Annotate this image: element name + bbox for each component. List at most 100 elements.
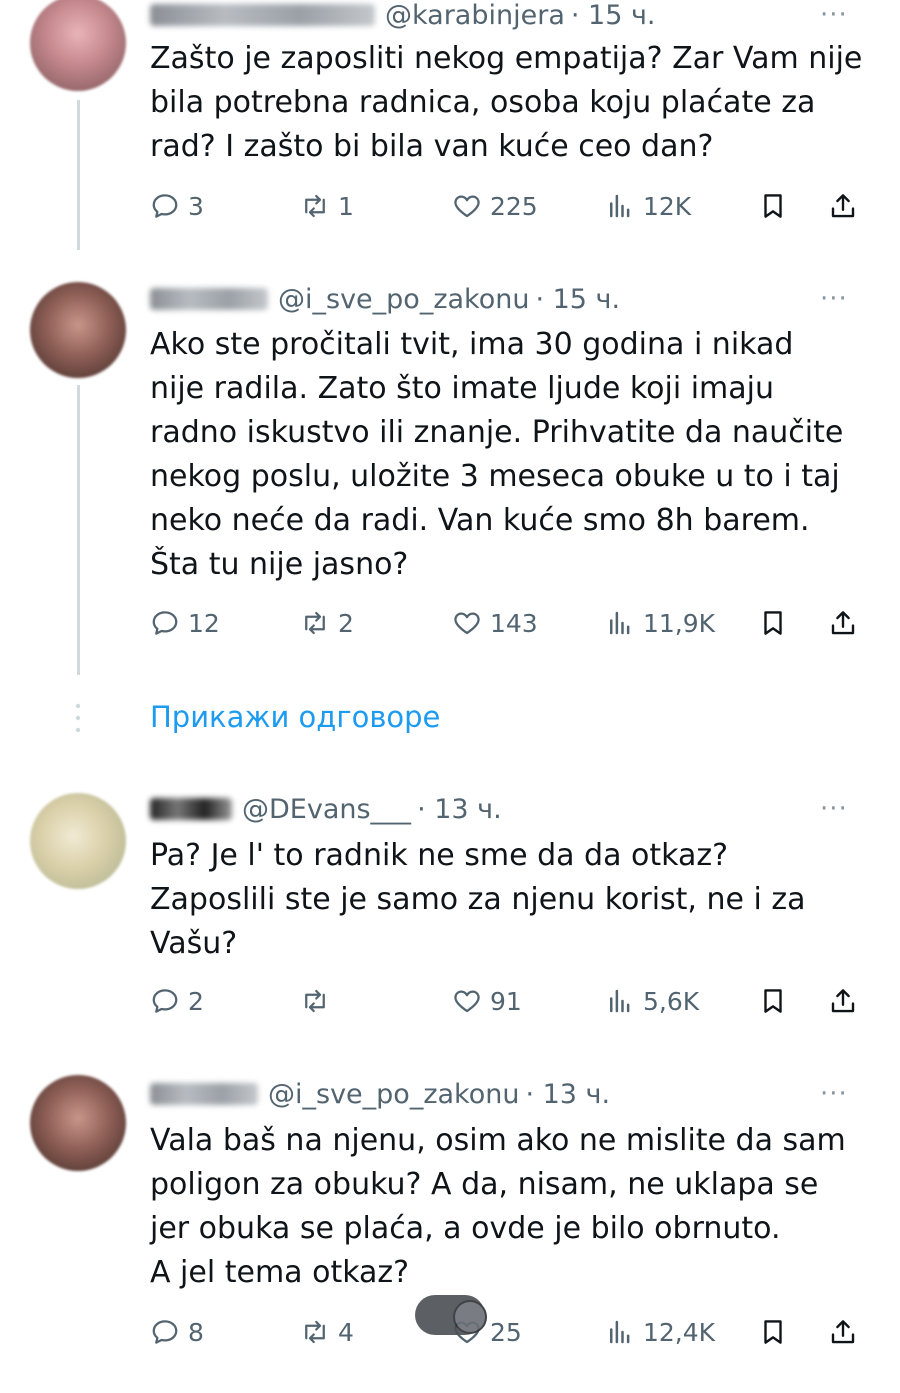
reply-button[interactable]: 12 bbox=[150, 603, 220, 643]
views-button[interactable]: 12K bbox=[605, 186, 691, 226]
bookmark-button[interactable] bbox=[758, 981, 796, 1021]
view-count: 11,9K bbox=[643, 608, 716, 638]
views-button[interactable]: 5,6K bbox=[605, 981, 699, 1021]
user-handle[interactable]: @i_sve_po_zakonu bbox=[278, 284, 529, 315]
text-line: rad? I zašto bi bila van kuće ceo dan? bbox=[150, 129, 714, 164]
retweet-button[interactable]: 2 bbox=[300, 603, 354, 643]
tweet-text: Ako ste pročitali tvit, ima 30 godina i … bbox=[150, 323, 880, 587]
reply-icon bbox=[152, 989, 178, 1013]
text-line: jer obuka se plaća, a ovde je bilo obrnu… bbox=[150, 1211, 781, 1246]
share-button[interactable] bbox=[828, 981, 866, 1021]
display-name-blurred[interactable] bbox=[150, 1083, 258, 1105]
text-line: neko neće da radi. Van kuće smo 8h barem… bbox=[150, 503, 810, 538]
text-line: Šta tu nije jasno? bbox=[150, 547, 409, 582]
thread-line bbox=[77, 385, 80, 675]
timestamp[interactable]: · 13 ч. bbox=[417, 794, 502, 825]
text-line: poligon za obuku? A da, nisam, ne uklapa… bbox=[150, 1167, 819, 1202]
like-button[interactable]: 225 bbox=[452, 186, 538, 226]
display-name-blurred[interactable] bbox=[150, 4, 375, 26]
bookmark-button[interactable] bbox=[758, 186, 796, 226]
display-name-blurred[interactable] bbox=[150, 288, 268, 310]
reply-icon bbox=[152, 611, 178, 635]
share-button[interactable] bbox=[828, 603, 866, 643]
avatar[interactable] bbox=[30, 0, 126, 91]
text-line: A jel tema otkaz? bbox=[150, 1255, 410, 1290]
overlay-toggle[interactable] bbox=[415, 1295, 487, 1335]
action-bar: 8 4 25 12,4K bbox=[150, 1312, 870, 1352]
reply-button[interactable]: 3 bbox=[150, 186, 204, 226]
reply-button[interactable]: 8 bbox=[150, 1312, 204, 1352]
views-button[interactable]: 12,4K bbox=[605, 1312, 715, 1352]
user-handle[interactable]: @karabinjera bbox=[385, 0, 565, 31]
text-line: Vašu? bbox=[150, 926, 238, 961]
text-line: Vala baš na njenu, osim ako ne mislite d… bbox=[150, 1123, 846, 1158]
user-handle[interactable]: @DEvans___ bbox=[242, 794, 411, 825]
text-line: nekog poslu, uložite 3 meseca obuke u to… bbox=[150, 459, 840, 494]
retweet-count: 4 bbox=[338, 1317, 354, 1347]
views-icon bbox=[610, 611, 630, 635]
view-count: 12K bbox=[643, 191, 692, 221]
bookmark-icon bbox=[764, 1320, 782, 1344]
retweet-button[interactable]: 4 bbox=[300, 1312, 354, 1352]
share-button[interactable] bbox=[828, 1312, 866, 1352]
bookmark-icon bbox=[764, 989, 782, 1013]
thread-line bbox=[77, 100, 80, 250]
more-options-button[interactable]: ··· bbox=[820, 794, 848, 824]
thread-dots-icon bbox=[75, 703, 81, 733]
reply-icon bbox=[152, 1320, 178, 1344]
share-icon bbox=[831, 611, 855, 635]
timestamp[interactable]: · 15 ч. bbox=[535, 284, 620, 315]
bookmark-button[interactable] bbox=[758, 603, 796, 643]
heart-icon bbox=[454, 990, 480, 1013]
like-count: 25 bbox=[490, 1317, 522, 1347]
bookmark-button[interactable] bbox=[758, 1312, 796, 1352]
retweet-icon bbox=[305, 1320, 325, 1344]
more-options-button[interactable]: ··· bbox=[820, 284, 848, 314]
action-bar: 3 1 225 12K bbox=[150, 186, 870, 226]
bookmark-icon bbox=[764, 611, 782, 635]
retweet-button[interactable]: 1 bbox=[300, 186, 354, 226]
like-count: 91 bbox=[490, 986, 522, 1016]
show-replies-link[interactable]: Прикажи одговоре bbox=[150, 700, 440, 734]
heart-icon bbox=[454, 195, 480, 218]
avatar[interactable] bbox=[30, 282, 126, 378]
view-count: 12,4K bbox=[643, 1317, 716, 1347]
retweet-icon bbox=[305, 611, 325, 635]
views-icon bbox=[610, 1320, 630, 1344]
more-options-button[interactable]: ··· bbox=[820, 0, 848, 30]
retweet-button[interactable] bbox=[300, 981, 338, 1021]
share-icon bbox=[831, 1320, 855, 1344]
tweet-header: @i_sve_po_zakonu · 13 ч. bbox=[150, 1077, 610, 1111]
tweet-text: Vala baš na njenu, osim ako ne mislite d… bbox=[150, 1119, 880, 1295]
text-line: nije radila. Zato što imate ljude koji i… bbox=[150, 371, 775, 406]
tweet-header: @karabinjera · 15 ч. bbox=[150, 0, 656, 32]
text-line: bila potrebna radnica, osoba koju plaćat… bbox=[150, 85, 816, 120]
timestamp[interactable]: · 15 ч. bbox=[571, 0, 656, 31]
like-button[interactable]: 143 bbox=[452, 603, 538, 643]
display-name-blurred[interactable] bbox=[150, 798, 232, 820]
views-button[interactable]: 11,9K bbox=[605, 603, 715, 643]
views-icon bbox=[610, 989, 630, 1013]
more-options-button[interactable]: ··· bbox=[820, 1079, 848, 1109]
text-line: Pa? Je l' to radnik ne sme da da otkaz? bbox=[150, 838, 729, 873]
tweet-text: Zašto je zaposliti nekog empatija? Zar V… bbox=[150, 37, 880, 169]
action-bar: 12 2 143 11,9K bbox=[150, 603, 870, 643]
tweet-header: @i_sve_po_zakonu · 15 ч. bbox=[150, 282, 620, 316]
like-count: 225 bbox=[490, 191, 538, 221]
reply-icon bbox=[152, 194, 178, 218]
avatar[interactable] bbox=[30, 1075, 126, 1171]
reply-count: 12 bbox=[188, 608, 220, 638]
timestamp[interactable]: · 13 ч. bbox=[525, 1079, 610, 1110]
text-line: Ako ste pročitali tvit, ima 30 godina i … bbox=[150, 327, 794, 362]
retweet-icon bbox=[305, 194, 325, 218]
text-line: Zašto je zaposliti nekog empatija? Zar V… bbox=[150, 41, 863, 76]
tweet-text: Pa? Je l' to radnik ne sme da da otkaz? … bbox=[150, 834, 880, 966]
tweet-header: @DEvans___ · 13 ч. bbox=[150, 792, 502, 826]
user-handle[interactable]: @i_sve_po_zakonu bbox=[268, 1079, 519, 1110]
like-count: 143 bbox=[490, 608, 538, 638]
reply-count: 3 bbox=[188, 191, 204, 221]
avatar[interactable] bbox=[30, 793, 126, 889]
share-button[interactable] bbox=[828, 186, 866, 226]
reply-button[interactable]: 2 bbox=[150, 981, 204, 1021]
like-button[interactable]: 91 bbox=[452, 981, 522, 1021]
